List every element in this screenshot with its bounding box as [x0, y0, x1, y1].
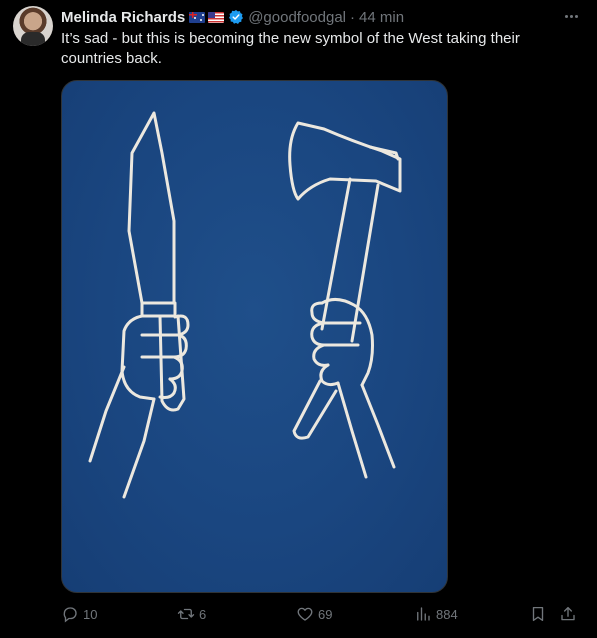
timestamp[interactable]: 44 min [359, 9, 404, 26]
bookmark-icon [532, 606, 544, 622]
author-handle[interactable]: @goodfoodgal [248, 9, 346, 26]
reply-button[interactable]: 10 [61, 603, 97, 625]
analytics-icon [417, 607, 430, 621]
bookmark-button[interactable] [529, 603, 551, 625]
tweet[interactable]: Melinda Richards @goodfoodgal · 44 min I… [0, 0, 597, 638]
knife-and-axe-illustration [88, 111, 402, 499]
usa-flag-icon [208, 11, 225, 23]
tweet-image[interactable] [61, 80, 448, 593]
avatar[interactable] [13, 6, 53, 46]
share-button[interactable] [559, 603, 581, 625]
reply-count: 10 [83, 606, 98, 622]
share-icon [561, 606, 575, 621]
repost-button[interactable]: 6 [177, 603, 206, 625]
like-count: 69 [318, 606, 333, 622]
like-button[interactable]: 69 [296, 603, 332, 625]
views-button[interactable]: 884 [414, 603, 458, 625]
repost-count: 6 [199, 606, 207, 622]
separator-dot: · [350, 8, 356, 26]
more-options-icon[interactable] [561, 8, 581, 24]
tweet-actions: 10 6 69 884 [61, 603, 581, 625]
author-name[interactable]: Melinda Richards [61, 9, 185, 26]
australia-flag-icon [189, 11, 206, 23]
heart-icon [297, 607, 313, 621]
reply-icon [63, 607, 77, 623]
verified-badge-icon[interactable] [228, 9, 244, 25]
repost-icon [177, 608, 195, 620]
tweet-text: It’s sad - but this is becoming the new … [61, 30, 520, 67]
view-count: 884 [436, 606, 458, 622]
tweet-header: Melinda Richards @goodfoodgal · 44 min [61, 7, 404, 27]
